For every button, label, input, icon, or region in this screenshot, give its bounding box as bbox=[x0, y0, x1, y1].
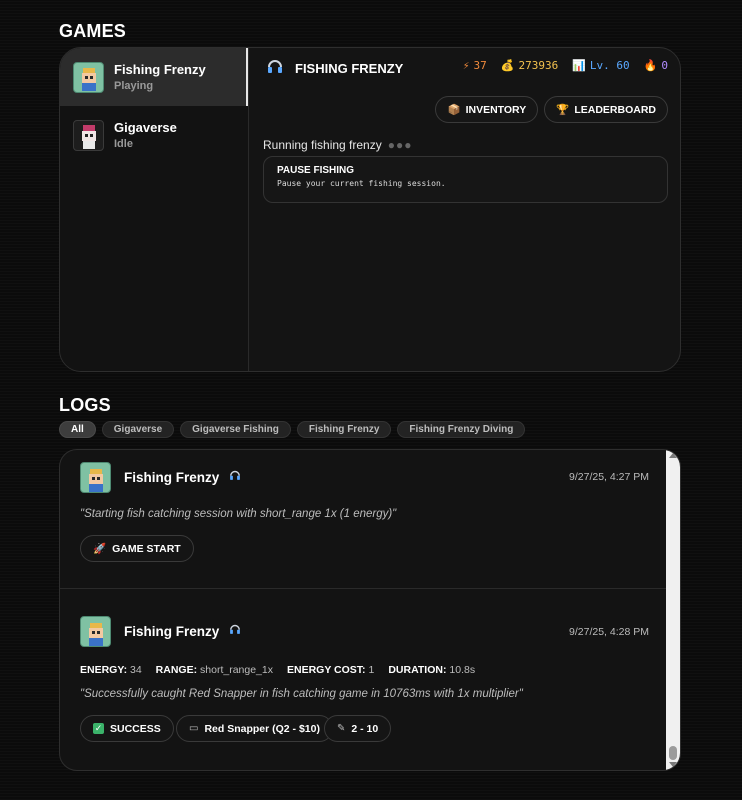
trophy-icon: 🏆 bbox=[556, 104, 570, 116]
filter-gigaverse-fishing[interactable]: Gigaverse Fishing bbox=[180, 421, 291, 438]
log-filters: All Gigaverse Gigaverse Fishing Fishing … bbox=[59, 421, 526, 438]
log-game-name: Fishing Frenzy bbox=[124, 470, 220, 485]
game-item-gigaverse[interactable]: Gigaverse Idle bbox=[60, 106, 248, 164]
headphones-icon bbox=[228, 468, 242, 487]
box-icon: 📦 bbox=[447, 104, 461, 116]
fishing-frenzy-avatar-icon bbox=[80, 462, 111, 493]
logs-heading: LOGS bbox=[59, 395, 111, 415]
logs-panel: Fishing Frenzy 9/27/25, 4:27 PM "Startin… bbox=[59, 449, 681, 771]
gold-stat: 💰 273936 bbox=[500, 59, 559, 72]
log-entry: Fishing Frenzy 9/27/25, 4:27 PM "Startin… bbox=[60, 450, 668, 588]
pause-fishing-card[interactable]: PAUSE FISHING Pause your current fishing… bbox=[263, 156, 668, 203]
streak-stat: 🔥 0 bbox=[643, 59, 668, 72]
catch-tag: ▭ Red Snapper (Q2 - $10) bbox=[176, 715, 333, 742]
money-bag-icon: 💰 bbox=[500, 59, 515, 72]
games-heading: GAMES bbox=[59, 21, 127, 41]
running-status: Running fishing frenzy ●●● bbox=[263, 138, 413, 152]
game-detail: FISHING FRENZY ⚡ 37 💰 273936 📊 Lv. 60 🔥 … bbox=[249, 48, 680, 371]
game-status: Playing bbox=[114, 80, 154, 92]
detail-header: FISHING FRENZY bbox=[265, 56, 403, 81]
log-header: Fishing Frenzy bbox=[80, 616, 242, 647]
scroll-down-icon[interactable] bbox=[669, 762, 677, 767]
rocket-icon: 🚀 bbox=[93, 543, 107, 555]
inventory-button[interactable]: 📦 INVENTORY bbox=[435, 96, 539, 123]
log-message: "Starting fish catching session with sho… bbox=[80, 508, 397, 520]
energy-stat: ⚡ 37 bbox=[462, 59, 487, 72]
fishing-frenzy-avatar-icon bbox=[73, 61, 104, 93]
log-message: "Successfully caught Red Snapper in fish… bbox=[80, 688, 523, 700]
top-buttons: 📦 INVENTORY 🏆 LEADERBOARD bbox=[435, 96, 668, 123]
game-name: Fishing Frenzy bbox=[114, 62, 206, 77]
logs-scrollbar[interactable] bbox=[666, 450, 680, 770]
games-panel: Fishing Frenzy Playing Gigaverse Idle FI… bbox=[59, 47, 681, 372]
pencil-icon: ✎ bbox=[337, 723, 346, 734]
success-tag: ✓ SUCCESS bbox=[80, 715, 174, 742]
headphones-icon bbox=[265, 56, 285, 81]
log-details: ENERGY: 34 RANGE: short_range_1x ENERGY … bbox=[80, 664, 476, 676]
filter-fishing-frenzy-diving[interactable]: Fishing Frenzy Diving bbox=[397, 421, 526, 438]
scroll-thumb[interactable] bbox=[669, 746, 677, 760]
range-tag: ✎ 2 - 10 bbox=[324, 715, 392, 742]
filter-gigaverse[interactable]: Gigaverse bbox=[101, 421, 175, 438]
filter-fishing-frenzy[interactable]: Fishing Frenzy bbox=[296, 421, 392, 438]
check-icon: ✓ bbox=[93, 723, 104, 734]
log-header: Fishing Frenzy bbox=[80, 462, 242, 493]
log-game-name: Fishing Frenzy bbox=[124, 624, 220, 639]
fishing-frenzy-avatar-icon bbox=[80, 616, 111, 647]
fire-icon: 🔥 bbox=[643, 59, 658, 72]
scroll-up-icon[interactable] bbox=[669, 453, 677, 458]
game-status: Idle bbox=[114, 138, 133, 150]
lightning-icon: ⚡ bbox=[462, 59, 470, 72]
headphones-icon bbox=[228, 622, 242, 641]
log-timestamp: 9/27/25, 4:28 PM bbox=[569, 626, 649, 638]
action-desc: Pause your current fishing session. bbox=[277, 179, 446, 188]
bar-chart-icon: 📊 bbox=[572, 59, 586, 72]
gigaverse-avatar-icon bbox=[73, 119, 104, 151]
stats-bar: ⚡ 37 💰 273936 📊 Lv. 60 🔥 0 bbox=[463, 59, 668, 72]
loading-dots-icon: ●●● bbox=[387, 138, 413, 152]
detail-title: FISHING FRENZY bbox=[295, 61, 404, 76]
game-start-tag: 🚀 GAME START bbox=[80, 535, 194, 562]
log-timestamp: 9/27/25, 4:27 PM bbox=[569, 471, 649, 483]
log-entry: Fishing Frenzy 9/27/25, 4:28 PM ENERGY: … bbox=[60, 588, 668, 770]
action-title: PAUSE FISHING bbox=[277, 165, 355, 176]
game-name: Gigaverse bbox=[114, 120, 177, 135]
tag-icon: ▭ bbox=[189, 723, 199, 734]
leaderboard-button[interactable]: 🏆 LEADERBOARD bbox=[544, 96, 668, 123]
game-item-fishing-frenzy[interactable]: Fishing Frenzy Playing bbox=[60, 48, 248, 106]
level-stat: 📊 Lv. 60 bbox=[572, 59, 630, 72]
filter-all[interactable]: All bbox=[59, 421, 96, 438]
game-list: Fishing Frenzy Playing Gigaverse Idle bbox=[60, 48, 249, 371]
